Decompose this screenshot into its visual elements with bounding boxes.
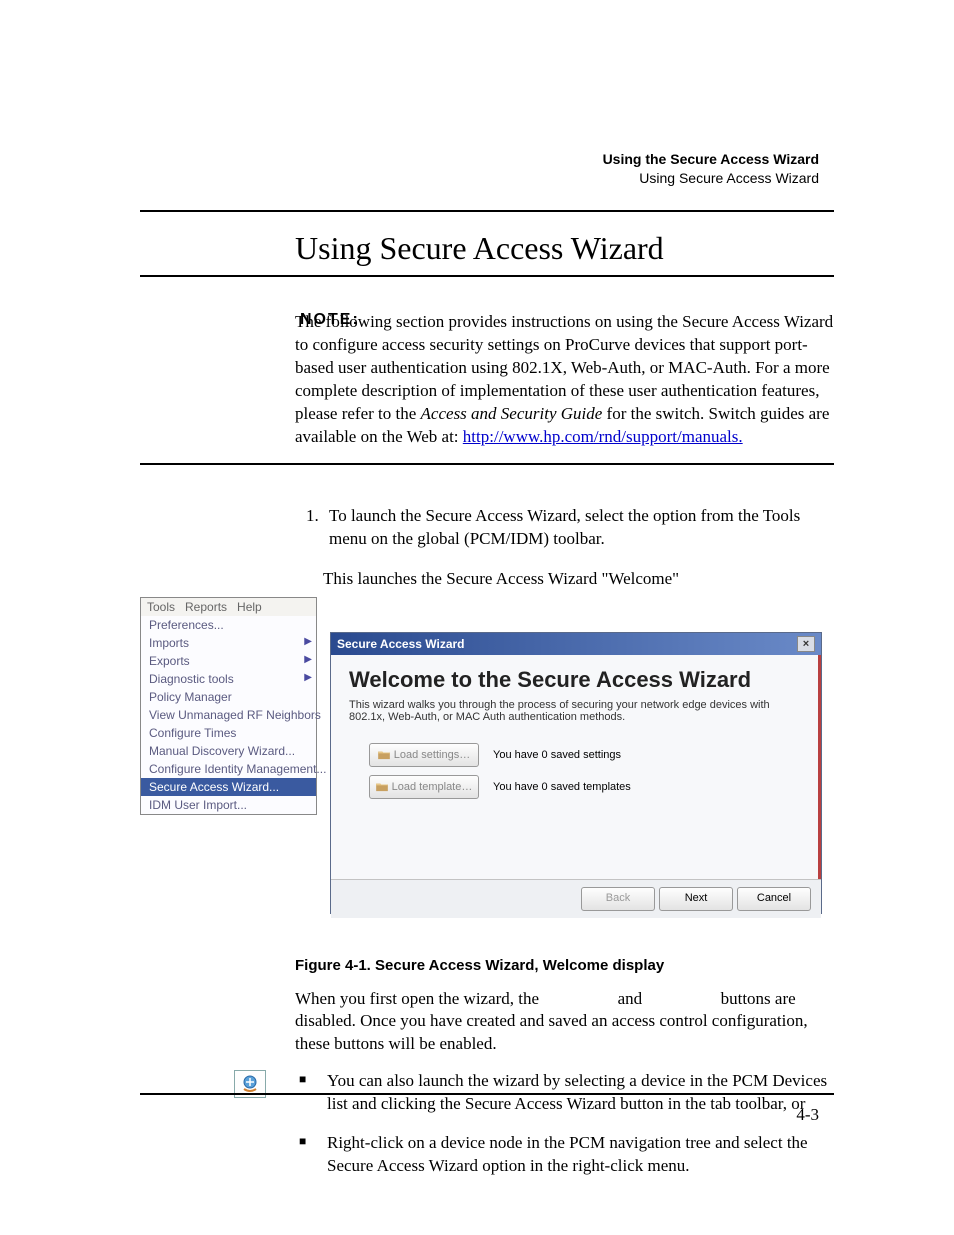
note-body: The following section provides instructi…: [295, 311, 834, 449]
menu-item-manual-discovery[interactable]: Manual Discovery Wizard...: [141, 742, 316, 760]
menu-item-policy[interactable]: Policy Manager: [141, 688, 316, 706]
step-1: To launch the Secure Access Wizard, sele…: [323, 505, 834, 551]
load-template-button[interactable]: Load template…: [369, 775, 479, 799]
wizard-description: This wizard walks you through the proces…: [349, 699, 800, 723]
folder-icon: [378, 750, 390, 760]
close-icon[interactable]: ×: [797, 636, 815, 652]
load-template-msg: You have 0 saved templates: [493, 781, 631, 793]
launch-line: This launches the Secure Access Wizard "…: [323, 569, 834, 589]
menu-item-rf-neighbors[interactable]: View Unmanaged RF Neighbors: [141, 706, 316, 724]
folder-icon: [376, 782, 388, 792]
running-header: Using the Secure Access Wizard Using Sec…: [603, 150, 819, 188]
next-button[interactable]: Next: [659, 887, 733, 911]
rule-under-heading: [140, 275, 834, 277]
rule-under-note: [140, 463, 834, 465]
wizard-heading: Welcome to the Secure Access Wizard: [349, 667, 800, 693]
page-number: 4-3: [796, 1105, 819, 1125]
after-figure-paragraph: When you first open the wizard, the and …: [295, 988, 834, 1057]
note-link[interactable]: http://www.hp.com/rnd/support/manuals.: [463, 427, 743, 446]
running-header-title: Using the Secure Access Wizard: [603, 150, 819, 169]
wizard-title-text: Secure Access Wizard: [337, 637, 465, 651]
menubar-tools[interactable]: Tools: [147, 600, 175, 614]
tools-menu: Tools Reports Help Preferences... Import…: [140, 597, 317, 815]
figure-caption: Figure 4-1. Secure Access Wizard, Welcom…: [295, 957, 834, 974]
menu-item-imports[interactable]: Imports▶: [141, 634, 316, 652]
load-settings-msg: You have 0 saved settings: [493, 749, 621, 761]
note-label: NOTE:: [300, 311, 360, 329]
note-text-ital: Access and Security Guide: [421, 404, 603, 423]
menu-item-exports[interactable]: Exports▶: [141, 652, 316, 670]
menubar-reports[interactable]: Reports: [185, 600, 227, 614]
figure-container: Tools Reports Help Preferences... Import…: [140, 597, 834, 917]
running-header-sub: Using Secure Access Wizard: [603, 169, 819, 188]
cancel-button[interactable]: Cancel: [737, 887, 811, 911]
bullet-list: You can also launch the wizard by select…: [295, 1070, 834, 1178]
wizard-dialog: Secure Access Wizard × Welcome to the Se…: [330, 632, 822, 914]
menubar-help[interactable]: Help: [237, 600, 262, 614]
menu-item-configure-identity[interactable]: Configure Identity Management...: [141, 760, 316, 778]
step-list: To launch the Secure Access Wizard, sele…: [295, 505, 834, 551]
menu-item-configure-times[interactable]: Configure Times: [141, 724, 316, 742]
wizard-titlebar: Secure Access Wizard ×: [331, 633, 821, 655]
bullet-2: Right-click on a device node in the PCM …: [323, 1132, 834, 1178]
menu-item-idm-import[interactable]: IDM User Import...: [141, 796, 316, 814]
rule-top: [140, 210, 834, 212]
section-heading: Using Secure Access Wizard: [295, 230, 834, 267]
submenu-arrow-icon: ▶: [304, 672, 312, 683]
submenu-arrow-icon: ▶: [304, 654, 312, 665]
menu-item-preferences[interactable]: Preferences...: [141, 616, 316, 634]
menu-bar: Tools Reports Help: [141, 598, 316, 616]
menu-item-secure-access-wizard[interactable]: Secure Access Wizard...: [141, 778, 316, 796]
load-settings-button[interactable]: Load settings…: [369, 743, 479, 767]
rule-footer: [140, 1093, 834, 1095]
menu-item-diagnostic[interactable]: Diagnostic tools▶: [141, 670, 316, 688]
submenu-arrow-icon: ▶: [304, 636, 312, 647]
back-button[interactable]: Back: [581, 887, 655, 911]
